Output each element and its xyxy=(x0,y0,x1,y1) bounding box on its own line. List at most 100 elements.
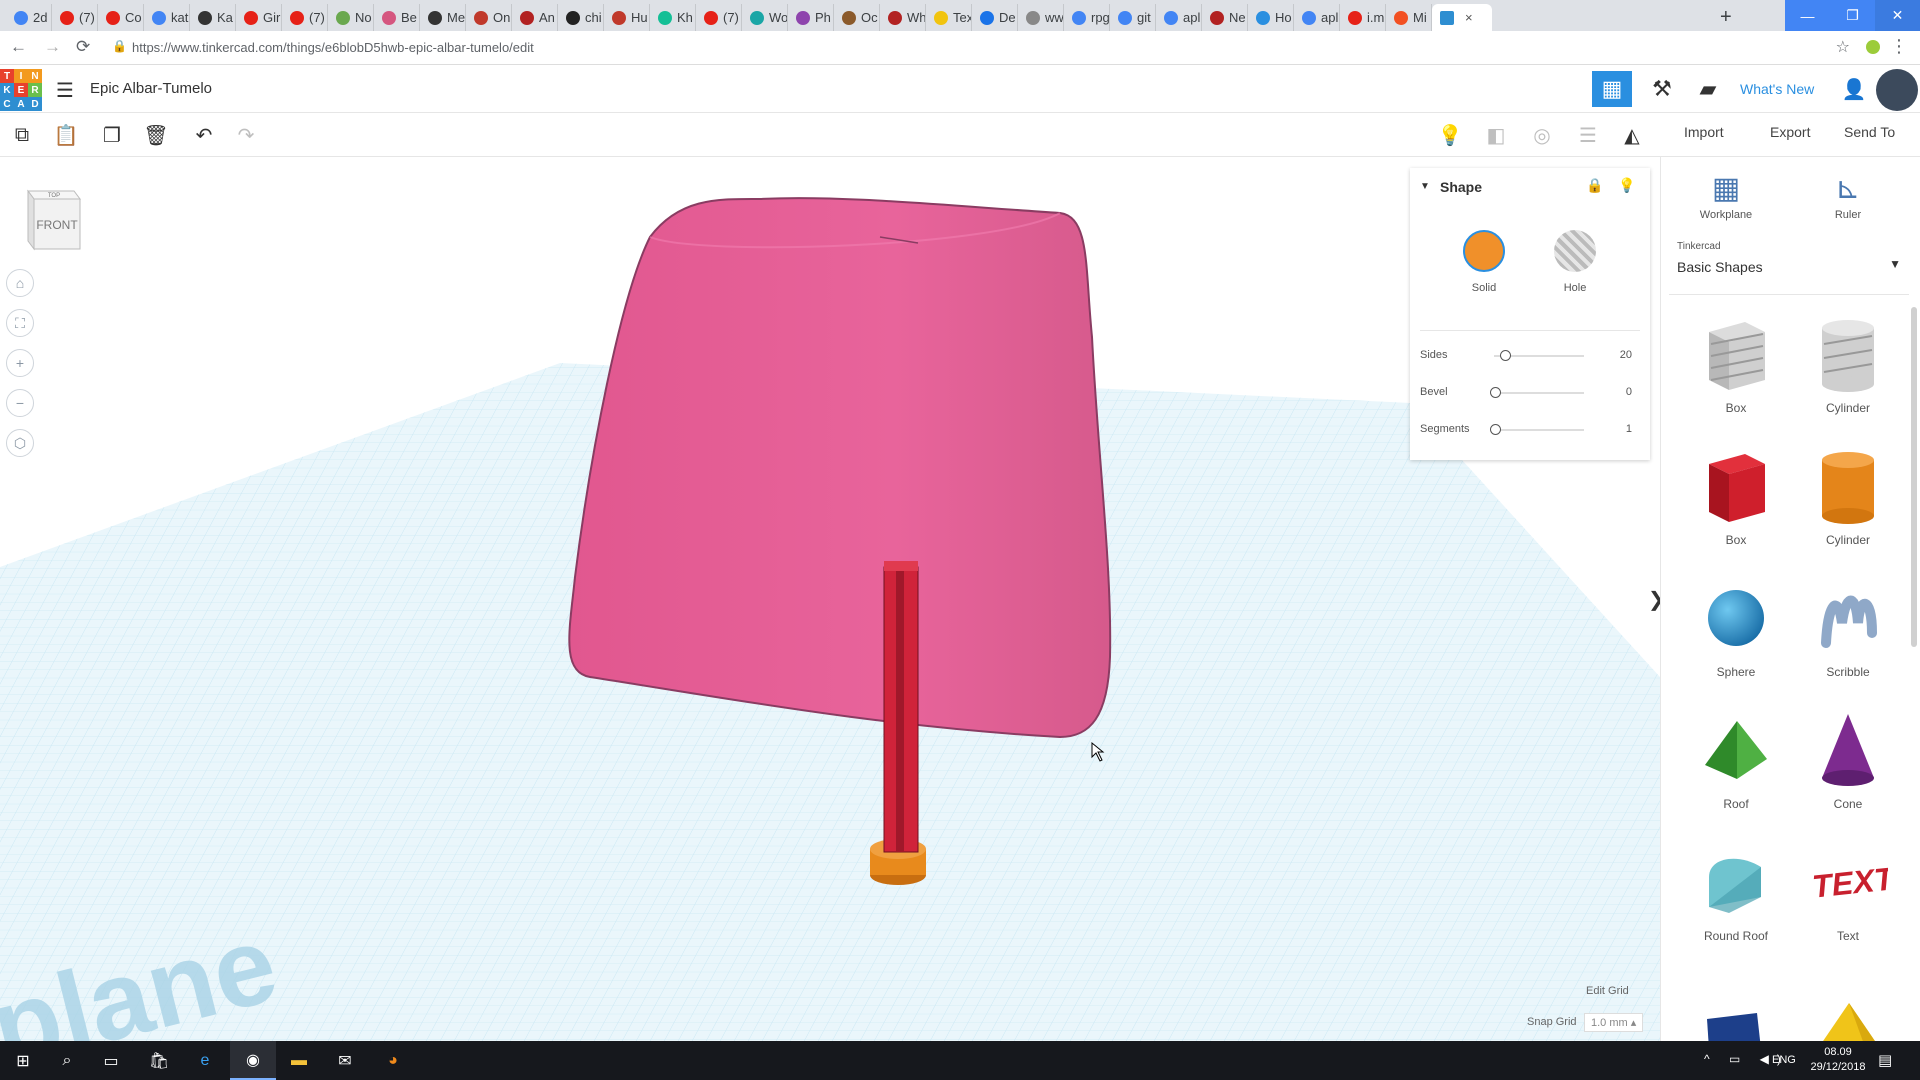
browser-tab[interactable]: Ne xyxy=(1202,4,1248,31)
shape-item[interactable]: TEXT Text xyxy=(1793,837,1903,943)
shape-item[interactable]: Roof xyxy=(1681,705,1791,811)
browser-tab[interactable]: Oc xyxy=(834,4,880,31)
fit-view-icon[interactable]: ⛶ xyxy=(6,309,34,337)
browser-tab[interactable]: apl xyxy=(1156,4,1202,31)
import-button[interactable]: Import xyxy=(1684,124,1724,140)
minimize-button[interactable]: — xyxy=(1785,0,1830,31)
solid-color-swatch[interactable] xyxy=(1463,230,1505,272)
start-icon[interactable]: ⊞ xyxy=(0,1041,46,1080)
home-view-icon[interactable]: ⌂ xyxy=(6,269,34,297)
extension-icon[interactable] xyxy=(1866,40,1880,54)
hole-option[interactable]: Hole xyxy=(1552,230,1598,294)
browser-tab[interactable]: 2d xyxy=(6,4,52,31)
file-explorer-icon[interactable]: ▬ xyxy=(276,1041,322,1080)
tools-icon[interactable]: ⚒ xyxy=(1642,71,1682,107)
param-slider[interactable] xyxy=(1494,392,1584,394)
browser-tab[interactable]: (7) xyxy=(52,4,98,31)
clock[interactable]: 08.09 29/12/2018 xyxy=(1808,1045,1868,1075)
perspective-icon[interactable]: ⬡ xyxy=(6,429,34,457)
ungroup-icon[interactable]: ◎ xyxy=(1528,122,1556,148)
group-icon[interactable]: ◧ xyxy=(1482,122,1510,148)
param-slider-handle[interactable] xyxy=(1490,387,1501,398)
light-bulb-icon[interactable]: 💡 xyxy=(1436,122,1464,148)
browser-tab[interactable]: kat xyxy=(144,4,190,31)
reload-icon[interactable]: ⟳ xyxy=(76,37,90,57)
edge-icon[interactable]: e xyxy=(182,1041,228,1080)
library-scrollbar[interactable] xyxy=(1911,307,1917,647)
new-tab-button[interactable]: + xyxy=(1720,6,1732,29)
url-field[interactable]: https://www.tinkercad.com/things/e6blobD… xyxy=(132,40,534,55)
browser-tab[interactable]: Co xyxy=(98,4,144,31)
browser-tab[interactable]: Mi xyxy=(1386,4,1432,31)
collapse-panel-icon[interactable]: ❯ xyxy=(1648,587,1660,612)
align-icon[interactable]: ☰ xyxy=(1574,122,1602,148)
library-category-select[interactable]: Tinkercad Basic Shapes ▼ xyxy=(1669,241,1909,295)
shape-item[interactable]: Cylinder xyxy=(1793,441,1903,547)
paste-icon[interactable]: 📋 xyxy=(52,122,80,148)
search-icon[interactable]: ⌕ xyxy=(44,1041,90,1080)
shape-item[interactable]: Box xyxy=(1681,441,1791,547)
edit-grid-button[interactable]: Edit Grid xyxy=(1586,985,1629,997)
zoom-out-icon[interactable]: − xyxy=(6,389,34,417)
export-button[interactable]: Export xyxy=(1770,124,1810,140)
browser-tab[interactable]: i.m xyxy=(1340,4,1386,31)
avatar[interactable] xyxy=(1876,69,1918,111)
copy-icon[interactable]: ⧉ xyxy=(8,122,36,148)
param-slider[interactable] xyxy=(1494,429,1584,431)
language-indicator[interactable]: ENG xyxy=(1772,1054,1796,1066)
shape-item[interactable]: Scribble xyxy=(1793,573,1903,679)
browser-tab[interactable]: ww xyxy=(1018,4,1064,31)
param-value[interactable]: 20 xyxy=(1620,349,1632,361)
chrome-icon[interactable]: ◉ xyxy=(230,1041,276,1080)
snap-grid-select[interactable]: 1.0 mm ▴ xyxy=(1584,1013,1644,1032)
send-to-button[interactable]: Send To xyxy=(1844,124,1895,140)
bookmark-star-icon[interactable]: ☆ xyxy=(1836,37,1850,57)
browser-tab[interactable]: Wo xyxy=(742,4,788,31)
browser-tab-active[interactable]: × xyxy=(1432,4,1492,31)
hide-shape-icon[interactable]: 💡 xyxy=(1618,177,1635,194)
browser-tab[interactable]: rpg xyxy=(1064,4,1110,31)
param-value[interactable]: 0 xyxy=(1626,386,1632,398)
redo-icon[interactable]: ↷ xyxy=(232,122,260,148)
browser-tab[interactable]: (7) xyxy=(696,4,742,31)
shape-item[interactable]: Cylinder xyxy=(1793,309,1903,415)
maximize-button[interactable]: ❐ xyxy=(1830,0,1875,31)
workplane-tool[interactable]: ▦ Workplane xyxy=(1681,169,1771,221)
store-icon[interactable]: 🛍 xyxy=(136,1041,182,1080)
mail-icon[interactable]: ✉ xyxy=(322,1041,368,1080)
project-title[interactable]: Epic Albar-Tumelo xyxy=(90,80,212,97)
notifications-icon[interactable]: ▤ xyxy=(1878,1051,1892,1069)
add-user-icon[interactable]: 👤 xyxy=(1834,71,1874,107)
task-view-icon[interactable]: ▭ xyxy=(88,1041,134,1080)
browser-tab[interactable]: chi xyxy=(558,4,604,31)
collapse-caret-icon[interactable]: ▼ xyxy=(1420,181,1430,192)
mirror-icon[interactable]: ◭ xyxy=(1618,122,1646,148)
browser-tab[interactable]: An xyxy=(512,4,558,31)
back-icon[interactable]: ← xyxy=(10,37,27,57)
param-value[interactable]: 1 xyxy=(1626,423,1632,435)
browser-tab[interactable]: De xyxy=(972,4,1018,31)
browser-tab[interactable]: Wh xyxy=(880,4,926,31)
browser-tab[interactable]: Tex xyxy=(926,4,972,31)
delete-icon[interactable]: 🗑 xyxy=(142,122,170,148)
shape-item[interactable]: Sphere xyxy=(1681,573,1791,679)
browser-tab[interactable]: Me xyxy=(420,4,466,31)
browser-tab[interactable]: apl xyxy=(1294,4,1340,31)
browser-tab[interactable]: git xyxy=(1110,4,1156,31)
browser-tab[interactable]: Ph xyxy=(788,4,834,31)
ruler-tool[interactable]: ⊾ Ruler xyxy=(1803,169,1893,221)
browser-tab[interactable]: (7) xyxy=(282,4,328,31)
browser-tab[interactable]: Gir xyxy=(236,4,282,31)
browser-tab[interactable]: Ho xyxy=(1248,4,1294,31)
duplicate-icon[interactable]: ❐ xyxy=(98,122,126,148)
browser-tab[interactable]: On xyxy=(466,4,512,31)
browser-tab[interactable]: Hu xyxy=(604,4,650,31)
lock-shape-icon[interactable]: 🔒 xyxy=(1586,177,1603,194)
view-cube[interactable]: TOP FRONT xyxy=(22,185,86,253)
close-window-button[interactable]: ✕ xyxy=(1875,0,1920,31)
shape-item[interactable]: Cone xyxy=(1793,705,1903,811)
browser-tab[interactable]: No xyxy=(328,4,374,31)
zoom-in-icon[interactable]: + xyxy=(6,349,34,377)
blender-icon[interactable]: ◕ xyxy=(370,1041,416,1080)
browser-tab[interactable]: Be xyxy=(374,4,420,31)
